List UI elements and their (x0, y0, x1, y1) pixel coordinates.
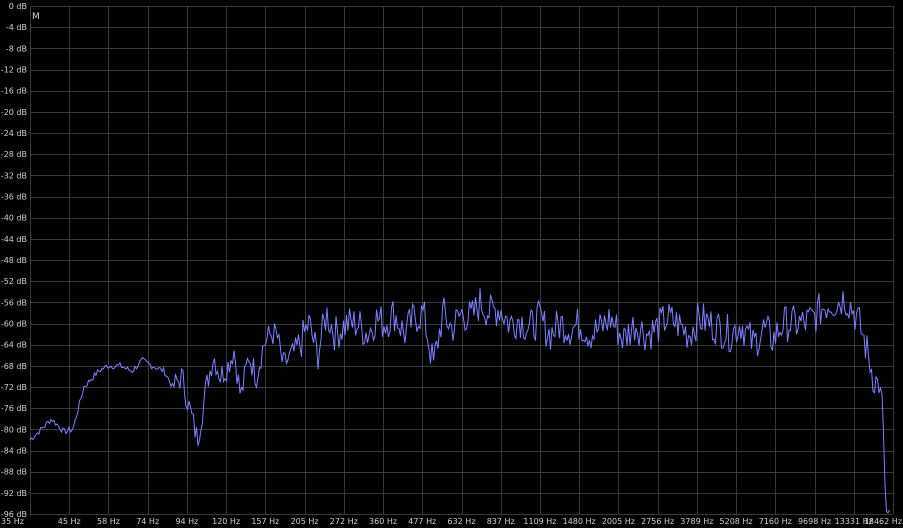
y-tick-label: -12 dB (1, 66, 27, 75)
x-tick-label: 18462 Hz (864, 517, 902, 526)
y-tick-label: -36 dB (1, 193, 27, 202)
x-axis-labels: 35 Hz 45 Hz 58 Hz 74 Hz 94 Hz 120 Hz 157 Hz 205… (1, 517, 902, 526)
x-tick-label: 157 Hz (251, 517, 279, 526)
y-tick-label: -56 dB (1, 298, 27, 307)
x-tick-label: 2005 Hz (602, 517, 635, 526)
x-tick-label: 1480 Hz (563, 517, 596, 526)
y-tick-label: -60 dB (1, 320, 27, 329)
y-tick-label: -8 dB (6, 44, 27, 53)
x-tick-label: 120 Hz (212, 517, 240, 526)
x-tick-label: 1109 Hz (523, 517, 556, 526)
y-tick-label: -48 dB (1, 256, 27, 265)
x-tick-label: 58 Hz (97, 517, 120, 526)
y-tick-label: -52 dB (1, 277, 27, 286)
x-tick-label: 3789 Hz (680, 517, 713, 526)
y-tick-label: -40 dB (1, 214, 27, 223)
x-tick-label: 74 Hz (136, 517, 159, 526)
x-tick-label: 45 Hz (58, 517, 81, 526)
y-tick-label: -32 dB (1, 171, 27, 180)
x-tick-label: 632 Hz (447, 517, 475, 526)
y-tick-label: -16 dB (1, 87, 27, 96)
x-tick-label: 5208 Hz (720, 517, 753, 526)
y-tick-label: -84 dB (1, 447, 27, 456)
y-tick-label: -4 dB (6, 23, 27, 32)
x-tick-label: 205 Hz (291, 517, 319, 526)
y-tick-label: -72 dB (1, 383, 27, 392)
y-tick-label: -80 dB (1, 425, 27, 434)
x-tick-label: 7160 Hz (759, 517, 792, 526)
spectrum-analyzer: 0 dB -4 dB -8 dB -12 dB -16 dB -20 dB -24 dB -2… (0, 0, 903, 528)
y-tick-label: -24 dB (1, 129, 27, 138)
y-tick-label: -64 dB (1, 341, 27, 350)
y-tick-label: -88 dB (1, 468, 27, 477)
x-tick-label: 94 Hz (175, 517, 198, 526)
y-tick-label: -20 dB (1, 108, 27, 117)
x-tick-label: 2756 Hz (641, 517, 674, 526)
x-tick-label: 35 Hz (1, 517, 24, 526)
x-tick-label: 9698 Hz (798, 517, 831, 526)
y-tick-label: -28 dB (1, 150, 27, 159)
y-tick-label: 0 dB (9, 2, 27, 11)
x-tick-label: 360 Hz (369, 517, 397, 526)
y-tick-label: -44 dB (1, 235, 27, 244)
x-tick-label: 477 Hz (408, 517, 436, 526)
x-tick-label: 272 Hz (330, 517, 358, 526)
chart-background (0, 0, 903, 528)
y-tick-label: -76 dB (1, 404, 27, 413)
mode-label: M (32, 12, 40, 22)
y-tick-label: -68 dB (1, 362, 27, 371)
x-tick-label: 837 Hz (487, 517, 515, 526)
y-tick-label: -92 dB (1, 489, 27, 498)
